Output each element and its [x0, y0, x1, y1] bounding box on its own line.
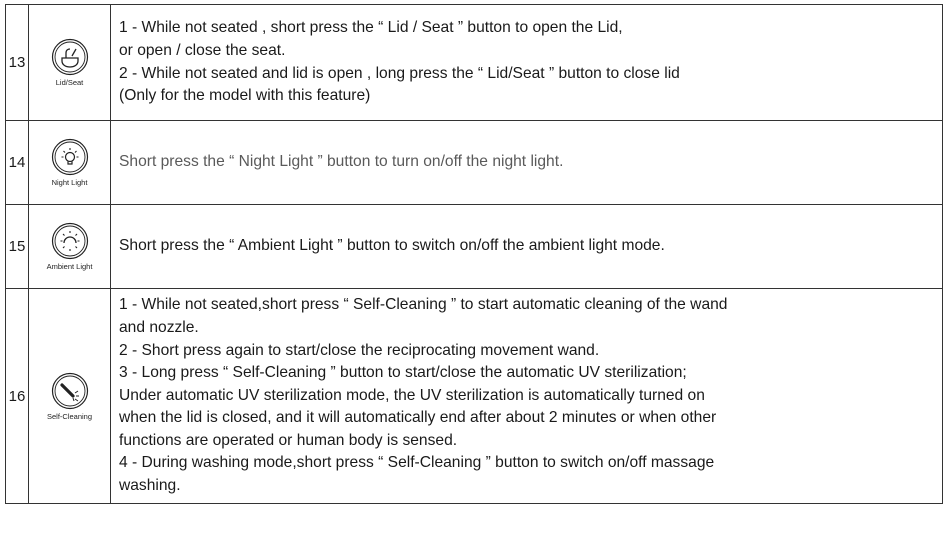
- description-line: functions are operated or human body is …: [119, 431, 458, 449]
- description-line: when the lid is closed, and it will auto…: [119, 409, 717, 427]
- ambient-light-icon: [51, 222, 89, 260]
- description-line: and nozzle.: [119, 318, 199, 336]
- night-light-icon: [51, 138, 89, 176]
- icon-cell: Night Light: [28, 120, 111, 205]
- button-function-table: 13 Lid/Seat 1 - While not seated , short…: [5, 4, 943, 504]
- icon-label: Ambient Light: [46, 262, 93, 271]
- description-line: or open / close the seat.: [119, 41, 286, 59]
- icon-label: Lid/Seat: [55, 78, 84, 87]
- description-line: Short press the “ Ambient Light ” button…: [119, 237, 665, 255]
- description-cell: Short press the “ Night Light ” button t…: [110, 120, 943, 205]
- lid-seat-icon: [51, 38, 89, 76]
- icon-label: Self-Cleaning: [46, 411, 93, 421]
- description-line: 2 - Short press again to start/close the…: [119, 341, 600, 359]
- description-cell: Short press the “ Ambient Light ” button…: [110, 204, 943, 289]
- icon-label: Night Light: [51, 178, 88, 187]
- row-number: 15: [5, 204, 29, 289]
- row-number: 14: [5, 120, 29, 205]
- description-line: 1 - While not seated,short press “ Self-…: [119, 296, 728, 314]
- description-line: 4 - During washing mode,short press “ Se…: [119, 454, 715, 472]
- description-cell: 1 - While not seated , short press the “…: [110, 4, 943, 121]
- icon-cell: Lid/Seat: [28, 4, 111, 121]
- table-row: 16 Self-Cleaning 1 - While not seated,sh…: [5, 288, 943, 504]
- table-row: 13 Lid/Seat 1 - While not seated , short…: [5, 4, 943, 121]
- description-line: 3 - Long press “ Self-Cleaning ” button …: [119, 364, 687, 382]
- row-number: 16: [5, 288, 29, 504]
- table-row: 14 Night Light Short press the “ Night L…: [5, 120, 943, 205]
- description-line: (Only for the model with this feature): [119, 87, 371, 105]
- description-line: 2 - While not seated and lid is open , l…: [119, 64, 680, 82]
- description-line: Under automatic UV sterilization mode, t…: [119, 386, 705, 404]
- icon-cell: Self-Cleaning: [28, 288, 111, 504]
- self-cleaning-icon: [51, 372, 89, 410]
- row-number: 13: [5, 4, 29, 121]
- table-row: 15 Ambient Light Short press the “ Ambie…: [5, 204, 943, 289]
- description-line: 1 - While not seated , short press the “…: [119, 19, 623, 37]
- icon-cell: Ambient Light: [28, 204, 111, 289]
- description-line: washing.: [119, 477, 181, 495]
- description-line: Short press the “ Night Light ” button t…: [119, 153, 564, 171]
- description-cell: 1 - While not seated,short press “ Self-…: [110, 288, 943, 504]
